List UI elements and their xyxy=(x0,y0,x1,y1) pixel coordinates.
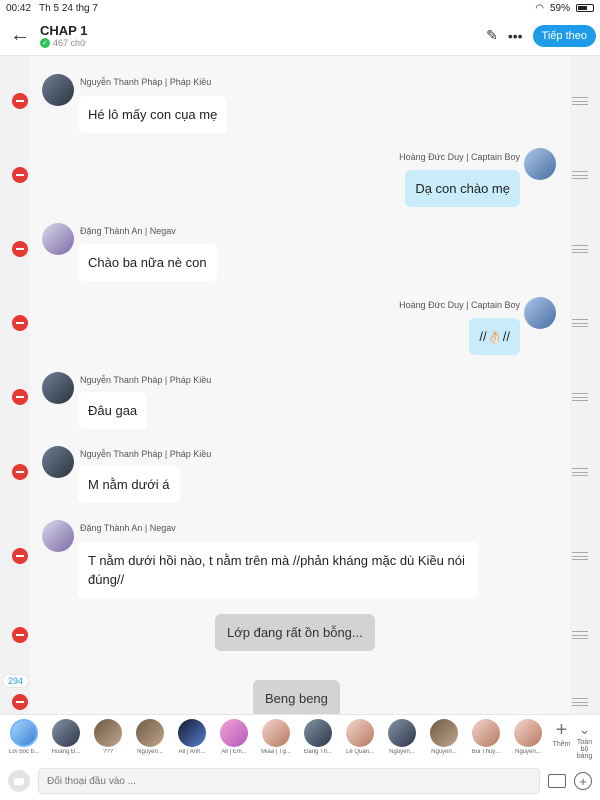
word-count: ✓ 467 chữ xyxy=(40,38,87,48)
speaker-name: Hoàng Đức Duy | Captain Boy xyxy=(399,300,520,310)
avatar xyxy=(136,719,164,747)
character-item[interactable]: Bùi Thuỳ... xyxy=(466,719,506,755)
avatar xyxy=(178,719,206,747)
character-item[interactable]: Nguyễn... xyxy=(382,719,422,755)
character-item[interactable]: All | Anh... xyxy=(172,719,212,755)
character-item[interactable]: Nguyễn... xyxy=(508,719,548,755)
speaker-name: Nguyễn Thanh Pháp | Pháp Kiều xyxy=(80,375,212,385)
word-count-label: 467 chữ xyxy=(53,38,87,48)
chat-area[interactable]: Nguyễn Thanh Pháp | Pháp Kiều Hé lô mấy … xyxy=(0,56,600,714)
avatar xyxy=(262,719,290,747)
show-all-button[interactable]: ⌄ Toàn bộ bảng xyxy=(573,719,596,760)
narration-bubble[interactable]: Beng beng xyxy=(253,680,340,714)
drag-handle-icon[interactable] xyxy=(572,245,588,253)
drag-handle-icon[interactable] xyxy=(572,631,588,639)
avatar xyxy=(304,719,332,747)
character-item[interactable]: Lời bốc b... xyxy=(4,719,44,755)
more-options-icon[interactable]: ••• xyxy=(508,28,523,44)
character-item[interactable]: ??? xyxy=(88,719,128,755)
message-bubble[interactable]: Chào ba nữa nè con xyxy=(78,244,217,281)
avatar[interactable] xyxy=(42,74,74,106)
chat-bubble-icon[interactable] xyxy=(8,770,30,792)
dialogue-input[interactable] xyxy=(38,768,540,794)
avatar[interactable] xyxy=(42,223,74,255)
message-count-badge: 294 xyxy=(2,674,30,688)
avatar xyxy=(52,719,80,747)
status-bar: 00:42 Th 5 24 thg 7 ◠ 59% xyxy=(0,0,600,16)
character-item[interactable]: Đặng Th... xyxy=(298,719,338,755)
delete-message-icon[interactable] xyxy=(12,315,28,331)
character-item[interactable]: Lê Quan... xyxy=(340,719,380,755)
delete-message-icon[interactable] xyxy=(12,241,28,257)
drag-handle-icon[interactable] xyxy=(572,552,588,560)
avatar xyxy=(430,719,458,747)
top-bar: ← CHAP 1 ✓ 467 chữ ✎ ••• Tiếp theo xyxy=(0,16,600,56)
next-button[interactable]: Tiếp theo xyxy=(532,24,596,47)
delete-message-icon[interactable] xyxy=(12,464,28,480)
avatar xyxy=(388,719,416,747)
delete-message-icon[interactable] xyxy=(12,548,28,564)
speaker-name: Hoàng Đức Duy | Captain Boy xyxy=(399,152,520,162)
back-arrow-icon[interactable]: ← xyxy=(0,24,40,47)
character-item[interactable]: Nguyễn... xyxy=(424,719,464,755)
drag-handle-icon[interactable] xyxy=(572,393,588,401)
status-time: 00:42 xyxy=(6,2,32,14)
battery-percent: 59% xyxy=(549,2,570,14)
input-bar: + xyxy=(0,762,600,800)
avatar xyxy=(94,719,122,747)
drag-handle-icon[interactable] xyxy=(572,468,588,476)
avatar xyxy=(220,719,248,747)
character-item[interactable]: Hoàng Đ... xyxy=(46,719,86,755)
speaker-name: Nguyễn Thanh Pháp | Pháp Kiều xyxy=(80,77,212,87)
avatar xyxy=(346,719,374,747)
delete-message-icon[interactable] xyxy=(12,389,28,405)
chapter-info: CHAP 1 ✓ 467 chữ xyxy=(40,23,87,48)
message-bubble[interactable]: Hé lô mấy con cụa mẹ xyxy=(78,96,228,133)
avatar[interactable] xyxy=(42,520,74,552)
message-bubble[interactable]: Đâu gaa xyxy=(78,392,148,429)
check-icon: ✓ xyxy=(40,38,50,48)
delete-message-icon[interactable] xyxy=(12,93,28,109)
chapter-title: CHAP 1 xyxy=(40,23,88,38)
drag-handle-icon[interactable] xyxy=(572,698,588,706)
avatar xyxy=(514,719,542,747)
avatar[interactable] xyxy=(42,446,74,478)
add-icon[interactable]: + xyxy=(574,772,592,790)
chevron-down-icon: ⌄ xyxy=(578,721,591,737)
drag-handle-icon[interactable] xyxy=(572,319,588,327)
speaker-name: Đặng Thành An | Negav xyxy=(80,226,176,236)
avatar[interactable] xyxy=(524,297,556,329)
message-bubble[interactable]: //👌🏻// xyxy=(469,318,520,355)
narration-bubble[interactable]: Lớp đang rất ồn bỗng... xyxy=(215,614,375,651)
character-item[interactable]: Miaa | Tg... xyxy=(256,719,296,755)
image-icon[interactable] xyxy=(548,774,566,788)
delete-message-icon[interactable] xyxy=(12,627,28,643)
add-character-button[interactable]: + Thêm xyxy=(550,719,573,748)
message-bubble[interactable]: M nằm dưới á xyxy=(78,466,180,503)
avatar[interactable] xyxy=(42,372,74,404)
message-bubble[interactable]: Dạ con chào mẹ xyxy=(405,170,520,207)
character-item[interactable]: Nguyễn... xyxy=(130,719,170,755)
battery-icon xyxy=(576,4,594,12)
plus-icon: + xyxy=(555,719,568,741)
wifi-icon: ◠ xyxy=(535,2,544,14)
delete-message-icon[interactable] xyxy=(12,167,28,183)
message-bubble[interactable]: T nằm dưới hồi nào, t nằm trên mà //phản… xyxy=(78,542,478,598)
character-bar: Lời bốc b... Hoàng Đ... ??? Nguyễn... Al… xyxy=(0,714,600,762)
character-item[interactable]: All | Em... xyxy=(214,719,254,755)
speaker-name: Đặng Thành An | Negav xyxy=(80,523,176,533)
delete-message-icon[interactable] xyxy=(12,694,28,710)
drag-handle-icon[interactable] xyxy=(572,97,588,105)
speaker-name: Nguyễn Thanh Pháp | Pháp Kiều xyxy=(80,449,212,459)
status-date: Th 5 24 thg 7 xyxy=(39,2,98,14)
avatar[interactable] xyxy=(524,148,556,180)
edit-icon[interactable]: ✎ xyxy=(486,27,498,44)
avatar xyxy=(472,719,500,747)
drag-handle-icon[interactable] xyxy=(572,171,588,179)
avatar xyxy=(10,719,38,747)
